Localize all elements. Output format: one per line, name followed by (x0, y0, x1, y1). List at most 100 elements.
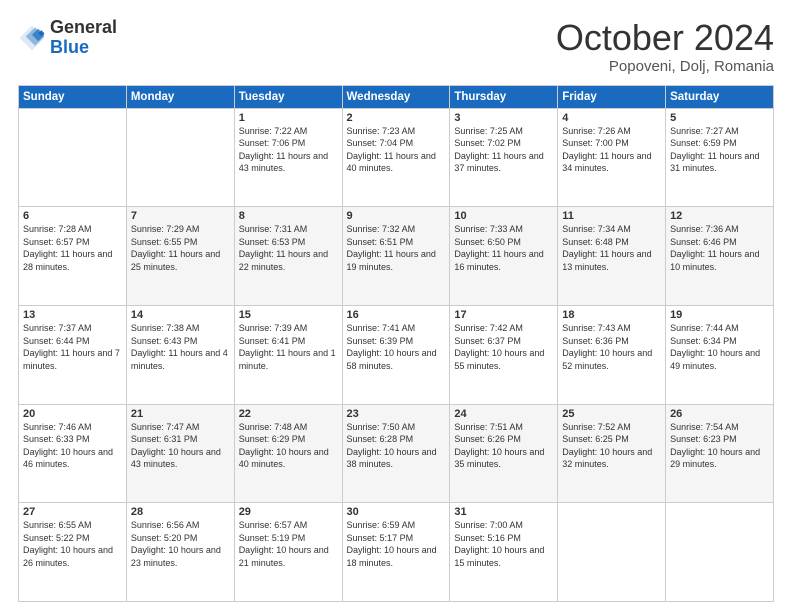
day-info: Sunrise: 7:32 AM Sunset: 6:51 PM Dayligh… (347, 223, 446, 273)
day-info: Sunrise: 7:37 AM Sunset: 6:44 PM Dayligh… (23, 322, 122, 372)
calendar-table: SundayMondayTuesdayWednesdayThursdayFrid… (18, 85, 774, 602)
header: General Blue October 2024 Popoveni, Dolj… (18, 18, 774, 75)
header-right: October 2024 Popoveni, Dolj, Romania (556, 18, 774, 75)
day-info: Sunrise: 7:28 AM Sunset: 6:57 PM Dayligh… (23, 223, 122, 273)
logo-blue: Blue (50, 37, 89, 57)
calendar-cell: 11Sunrise: 7:34 AM Sunset: 6:48 PM Dayli… (558, 207, 666, 306)
calendar-cell: 21Sunrise: 7:47 AM Sunset: 6:31 PM Dayli… (126, 404, 234, 503)
day-info: Sunrise: 7:47 AM Sunset: 6:31 PM Dayligh… (131, 421, 230, 471)
calendar-cell: 13Sunrise: 7:37 AM Sunset: 6:44 PM Dayli… (19, 305, 127, 404)
calendar-cell: 31Sunrise: 7:00 AM Sunset: 5:16 PM Dayli… (450, 503, 558, 602)
day-number: 25 (562, 408, 661, 420)
calendar-cell: 5Sunrise: 7:27 AM Sunset: 6:59 PM Daylig… (666, 108, 774, 207)
calendar-cell: 26Sunrise: 7:54 AM Sunset: 6:23 PM Dayli… (666, 404, 774, 503)
calendar-day-header: Thursday (450, 85, 558, 108)
calendar-cell: 1Sunrise: 7:22 AM Sunset: 7:06 PM Daylig… (234, 108, 342, 207)
day-info: Sunrise: 7:38 AM Sunset: 6:43 PM Dayligh… (131, 322, 230, 372)
day-number: 11 (562, 210, 661, 222)
calendar-cell: 30Sunrise: 6:59 AM Sunset: 5:17 PM Dayli… (342, 503, 450, 602)
calendar-cell: 9Sunrise: 7:32 AM Sunset: 6:51 PM Daylig… (342, 207, 450, 306)
calendar-cell: 2Sunrise: 7:23 AM Sunset: 7:04 PM Daylig… (342, 108, 450, 207)
calendar-cell (666, 503, 774, 602)
day-number: 24 (454, 408, 553, 420)
calendar-cell: 15Sunrise: 7:39 AM Sunset: 6:41 PM Dayli… (234, 305, 342, 404)
calendar-cell: 14Sunrise: 7:38 AM Sunset: 6:43 PM Dayli… (126, 305, 234, 404)
day-number: 30 (347, 506, 446, 518)
calendar-cell: 28Sunrise: 6:56 AM Sunset: 5:20 PM Dayli… (126, 503, 234, 602)
logo: General Blue (18, 18, 117, 58)
day-number: 27 (23, 506, 122, 518)
day-number: 13 (23, 309, 122, 321)
day-number: 16 (347, 309, 446, 321)
calendar-cell: 6Sunrise: 7:28 AM Sunset: 6:57 PM Daylig… (19, 207, 127, 306)
calendar-cell: 19Sunrise: 7:44 AM Sunset: 6:34 PM Dayli… (666, 305, 774, 404)
day-info: Sunrise: 7:44 AM Sunset: 6:34 PM Dayligh… (670, 322, 769, 372)
calendar-cell: 4Sunrise: 7:26 AM Sunset: 7:00 PM Daylig… (558, 108, 666, 207)
day-number: 5 (670, 112, 769, 124)
calendar-cell: 17Sunrise: 7:42 AM Sunset: 6:37 PM Dayli… (450, 305, 558, 404)
logo-icon (18, 24, 46, 52)
day-number: 23 (347, 408, 446, 420)
calendar-week-row: 27Sunrise: 6:55 AM Sunset: 5:22 PM Dayli… (19, 503, 774, 602)
day-info: Sunrise: 7:23 AM Sunset: 7:04 PM Dayligh… (347, 125, 446, 175)
calendar-cell: 25Sunrise: 7:52 AM Sunset: 6:25 PM Dayli… (558, 404, 666, 503)
calendar-cell: 20Sunrise: 7:46 AM Sunset: 6:33 PM Dayli… (19, 404, 127, 503)
calendar-cell: 10Sunrise: 7:33 AM Sunset: 6:50 PM Dayli… (450, 207, 558, 306)
day-number: 8 (239, 210, 338, 222)
day-info: Sunrise: 7:39 AM Sunset: 6:41 PM Dayligh… (239, 322, 338, 372)
day-number: 9 (347, 210, 446, 222)
calendar-day-header: Friday (558, 85, 666, 108)
day-info: Sunrise: 7:52 AM Sunset: 6:25 PM Dayligh… (562, 421, 661, 471)
day-info: Sunrise: 7:34 AM Sunset: 6:48 PM Dayligh… (562, 223, 661, 273)
calendar-week-row: 13Sunrise: 7:37 AM Sunset: 6:44 PM Dayli… (19, 305, 774, 404)
day-number: 14 (131, 309, 230, 321)
day-info: Sunrise: 7:26 AM Sunset: 7:00 PM Dayligh… (562, 125, 661, 175)
day-info: Sunrise: 7:31 AM Sunset: 6:53 PM Dayligh… (239, 223, 338, 273)
day-number: 18 (562, 309, 661, 321)
day-info: Sunrise: 7:27 AM Sunset: 6:59 PM Dayligh… (670, 125, 769, 175)
calendar-header-row: SundayMondayTuesdayWednesdayThursdayFrid… (19, 85, 774, 108)
day-info: Sunrise: 7:43 AM Sunset: 6:36 PM Dayligh… (562, 322, 661, 372)
calendar-day-header: Sunday (19, 85, 127, 108)
day-number: 22 (239, 408, 338, 420)
calendar-cell: 27Sunrise: 6:55 AM Sunset: 5:22 PM Dayli… (19, 503, 127, 602)
day-number: 3 (454, 112, 553, 124)
calendar-cell (558, 503, 666, 602)
day-info: Sunrise: 6:56 AM Sunset: 5:20 PM Dayligh… (131, 519, 230, 569)
day-info: Sunrise: 7:46 AM Sunset: 6:33 PM Dayligh… (23, 421, 122, 471)
day-number: 19 (670, 309, 769, 321)
logo-text: General Blue (50, 18, 117, 58)
day-number: 2 (347, 112, 446, 124)
day-info: Sunrise: 7:22 AM Sunset: 7:06 PM Dayligh… (239, 125, 338, 175)
calendar-cell: 29Sunrise: 6:57 AM Sunset: 5:19 PM Dayli… (234, 503, 342, 602)
day-info: Sunrise: 7:54 AM Sunset: 6:23 PM Dayligh… (670, 421, 769, 471)
day-number: 15 (239, 309, 338, 321)
day-info: Sunrise: 7:41 AM Sunset: 6:39 PM Dayligh… (347, 322, 446, 372)
calendar-cell: 22Sunrise: 7:48 AM Sunset: 6:29 PM Dayli… (234, 404, 342, 503)
day-info: Sunrise: 6:55 AM Sunset: 5:22 PM Dayligh… (23, 519, 122, 569)
day-number: 10 (454, 210, 553, 222)
day-number: 29 (239, 506, 338, 518)
day-number: 28 (131, 506, 230, 518)
month-title: October 2024 (556, 18, 774, 58)
calendar-cell: 12Sunrise: 7:36 AM Sunset: 6:46 PM Dayli… (666, 207, 774, 306)
day-info: Sunrise: 7:48 AM Sunset: 6:29 PM Dayligh… (239, 421, 338, 471)
calendar-week-row: 6Sunrise: 7:28 AM Sunset: 6:57 PM Daylig… (19, 207, 774, 306)
calendar-cell: 16Sunrise: 7:41 AM Sunset: 6:39 PM Dayli… (342, 305, 450, 404)
calendar-cell: 18Sunrise: 7:43 AM Sunset: 6:36 PM Dayli… (558, 305, 666, 404)
calendar-cell (19, 108, 127, 207)
logo-general: General (50, 17, 117, 37)
calendar-cell: 24Sunrise: 7:51 AM Sunset: 6:26 PM Dayli… (450, 404, 558, 503)
day-number: 17 (454, 309, 553, 321)
day-info: Sunrise: 6:57 AM Sunset: 5:19 PM Dayligh… (239, 519, 338, 569)
day-number: 1 (239, 112, 338, 124)
day-number: 12 (670, 210, 769, 222)
day-info: Sunrise: 7:36 AM Sunset: 6:46 PM Dayligh… (670, 223, 769, 273)
day-info: Sunrise: 7:42 AM Sunset: 6:37 PM Dayligh… (454, 322, 553, 372)
calendar-day-header: Saturday (666, 85, 774, 108)
day-info: Sunrise: 7:25 AM Sunset: 7:02 PM Dayligh… (454, 125, 553, 175)
day-number: 26 (670, 408, 769, 420)
calendar-week-row: 1Sunrise: 7:22 AM Sunset: 7:06 PM Daylig… (19, 108, 774, 207)
day-number: 4 (562, 112, 661, 124)
calendar-cell: 3Sunrise: 7:25 AM Sunset: 7:02 PM Daylig… (450, 108, 558, 207)
